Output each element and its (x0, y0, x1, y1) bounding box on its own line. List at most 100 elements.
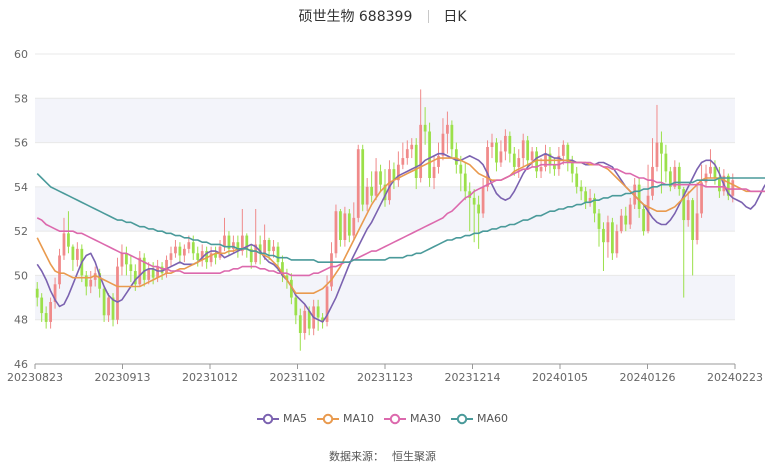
candle-body (713, 166, 717, 178)
candle-body (454, 149, 458, 165)
candle-body (365, 186, 369, 205)
candle-body (584, 191, 588, 203)
candle-body (432, 166, 436, 178)
candle (49, 297, 52, 329)
candle-body (405, 149, 409, 159)
candle-body (700, 182, 703, 214)
candle-body (495, 142, 498, 163)
candle-body (526, 140, 530, 161)
candle-body (423, 124, 427, 132)
candle-body (40, 297, 44, 314)
data-source: 数据来源： 恒生聚源 (0, 448, 765, 464)
candle (174, 240, 177, 258)
candle (249, 244, 253, 269)
candle-body (125, 253, 128, 265)
candle-body (410, 144, 414, 150)
x-tick-label: 20231012 (182, 371, 238, 384)
candle-body (71, 246, 75, 260)
candle-body (686, 200, 690, 221)
candle (339, 209, 342, 247)
candle-body (102, 288, 106, 316)
y-tick-label: 50 (14, 269, 28, 282)
x-tick-label: 20231214 (445, 371, 501, 384)
candle-body (89, 279, 93, 287)
candle (392, 162, 396, 190)
candle (401, 142, 405, 170)
legend-marker-icon (451, 413, 474, 424)
candle-body (691, 200, 695, 240)
candle-body (263, 240, 266, 254)
y-axis: 46 48 50 52 54 56 58 60 (14, 48, 28, 371)
candle-body (561, 144, 565, 156)
legend-label: MA5 (282, 412, 307, 425)
legend-label: MA30 (410, 412, 442, 425)
candle (120, 244, 124, 276)
candle-body (49, 302, 52, 322)
legend-item-ma5[interactable]: MA5 (256, 412, 307, 425)
legend-item-ma30[interactable]: MA30 (384, 412, 441, 425)
candle-body (343, 213, 347, 240)
candle-body (521, 140, 525, 159)
candle-body (156, 266, 159, 278)
candle (499, 140, 503, 167)
candle-body (165, 259, 168, 274)
candle (642, 204, 645, 236)
candle-body (414, 144, 418, 178)
candle-body (120, 253, 124, 267)
candle-body (481, 186, 485, 214)
candle-body (169, 253, 173, 260)
x-tick-label: 20230913 (95, 371, 151, 384)
candle-body (174, 246, 177, 254)
candle (633, 178, 637, 209)
candle (58, 248, 61, 289)
plot-band (35, 98, 735, 143)
candle (347, 209, 351, 243)
candle (535, 147, 538, 178)
y-tick-label: 58 (14, 92, 28, 105)
candle (557, 147, 561, 176)
candle-body (370, 186, 374, 196)
y-tick-label: 60 (14, 48, 28, 61)
candle-body (463, 173, 467, 192)
candle (691, 197, 695, 276)
candle-body (303, 310, 307, 333)
candle-body (361, 149, 365, 205)
x-tick-label: 20240105 (532, 371, 588, 384)
candle (566, 142, 570, 172)
candle (611, 217, 614, 260)
candle (196, 246, 200, 267)
candle-body (316, 306, 320, 318)
legend-item-ma60[interactable]: MA60 (451, 412, 508, 425)
candle-body (276, 246, 280, 263)
candle-body (602, 228, 605, 243)
candle (508, 131, 512, 163)
candle-body (187, 242, 191, 249)
candle-body (196, 253, 200, 260)
candle-body (334, 211, 338, 254)
candle (169, 246, 173, 267)
candle (651, 138, 654, 201)
candle (125, 246, 128, 276)
candle-body (191, 242, 195, 254)
candle-body (486, 147, 489, 187)
candle-body (508, 135, 512, 154)
candle (356, 144, 360, 223)
candle-body (138, 257, 142, 285)
candle-body (352, 217, 356, 236)
y-tick-label: 48 (14, 314, 28, 327)
candle (414, 138, 418, 190)
y-tick-label: 52 (14, 225, 28, 238)
candle (178, 242, 182, 263)
candle (214, 246, 217, 265)
legend-label: MA10 (342, 412, 374, 425)
candle-body (504, 135, 507, 152)
candle-body (446, 124, 449, 134)
legend-label: MA60 (477, 412, 509, 425)
candle-body (459, 164, 463, 174)
candle-body (731, 180, 735, 196)
legend-item-ma10[interactable]: MA10 (316, 412, 374, 425)
candle-body (530, 151, 534, 161)
candle-body (597, 213, 601, 229)
candle-body (512, 153, 516, 167)
candle-body (272, 246, 275, 252)
